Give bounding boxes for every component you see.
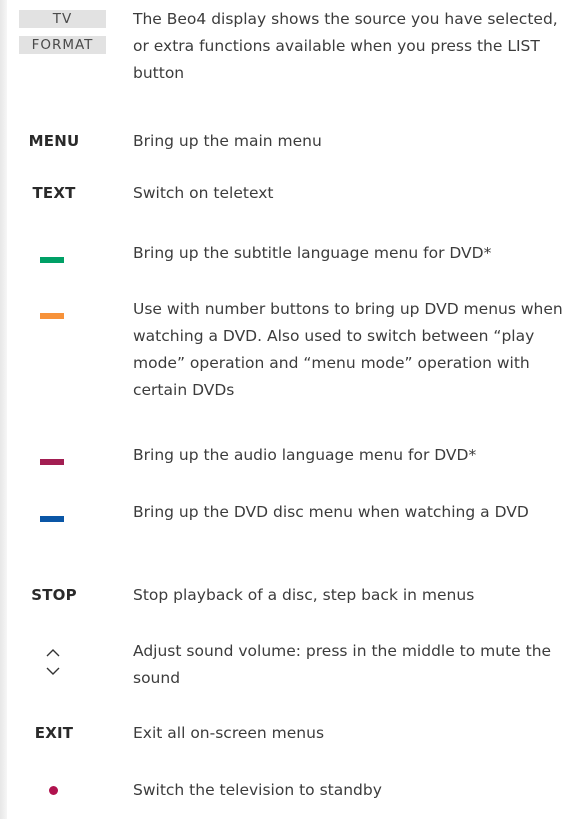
text-key: TEXT xyxy=(32,184,76,202)
red-button-icon xyxy=(40,459,64,465)
blue-description: Bring up the DVD disc menu when watching… xyxy=(133,503,529,521)
exit-description: Exit all on-screen menus xyxy=(133,724,325,742)
blue-button-icon xyxy=(40,516,64,522)
display-description: The Beo4 display shows the source you ha… xyxy=(133,10,558,82)
display-label-format: FORMAT xyxy=(19,36,106,54)
exit-key: EXIT xyxy=(34,724,74,742)
stop-key: STOP xyxy=(31,586,77,604)
volume-description: Adjust sound volume: press in the middle… xyxy=(133,642,552,687)
menu-description: Bring up the main menu xyxy=(133,132,322,150)
volume-up-down-icon xyxy=(46,649,60,675)
yellow-button-icon xyxy=(40,313,64,319)
red-description: Bring up the audio language menu for DVD… xyxy=(133,446,477,464)
green-button-icon xyxy=(40,257,64,263)
text-description: Switch on teletext xyxy=(133,184,274,202)
yellow-description: Use with number buttons to bring up DVD … xyxy=(133,300,563,399)
standby-icon xyxy=(49,786,58,795)
stop-description: Stop playback of a disc, step back in me… xyxy=(133,586,475,604)
display-label-tv: TV xyxy=(19,10,106,28)
green-description: Bring up the subtitle language menu for … xyxy=(133,244,492,262)
menu-key: MENU xyxy=(28,132,80,150)
page-edge xyxy=(0,0,7,819)
standby-description: Switch the television to standby xyxy=(133,781,382,799)
